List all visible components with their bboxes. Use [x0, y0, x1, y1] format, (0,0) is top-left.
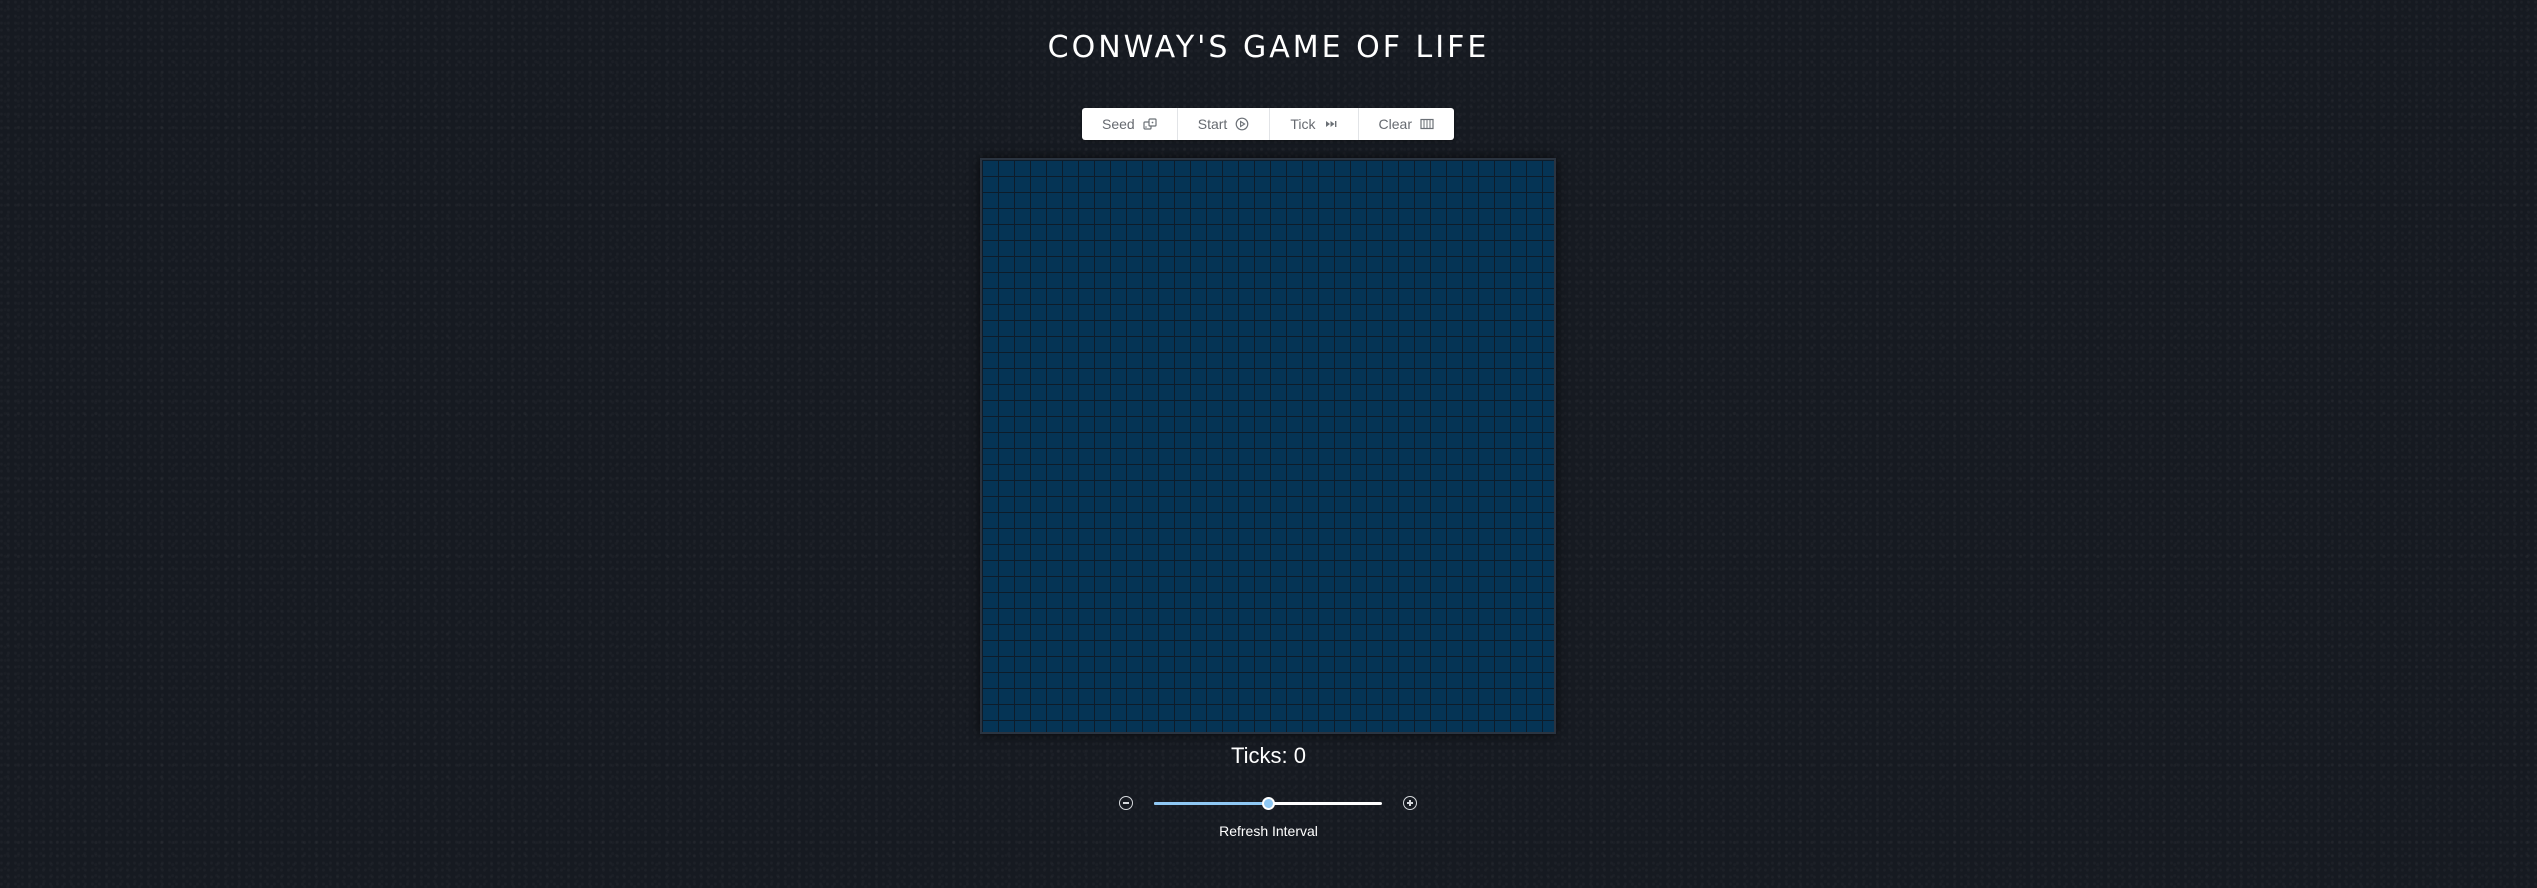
refresh-interval-label: Refresh Interval	[1219, 823, 1318, 839]
play-circle-icon	[1235, 117, 1249, 131]
clear-button-label: Clear	[1378, 116, 1413, 132]
dice-icon	[1143, 117, 1157, 131]
refresh-interval-slider-row	[1112, 793, 1422, 817]
seed-button-label: Seed	[1102, 116, 1135, 132]
game-board	[980, 158, 1556, 734]
tick-button-label: Tick	[1290, 116, 1316, 132]
decrease-interval-icon[interactable]	[1119, 796, 1133, 810]
clear-button[interactable]: Clear	[1359, 108, 1455, 140]
page-title: Conway's Game of Life	[1047, 30, 1490, 65]
fast-forward-icon	[1324, 117, 1338, 131]
increase-interval-icon[interactable]	[1403, 796, 1417, 810]
toolbar: Seed Start Tick Clear	[1082, 108, 1454, 140]
grid-clear-icon	[1420, 117, 1434, 131]
seed-button[interactable]: Seed	[1082, 108, 1178, 140]
start-button-label: Start	[1197, 116, 1228, 132]
ticks-counter: Ticks: 0	[1231, 743, 1306, 768]
slider-thumb[interactable]	[1261, 797, 1275, 810]
start-button[interactable]: Start	[1178, 108, 1271, 140]
refresh-interval-slider[interactable]	[1154, 797, 1382, 810]
slider-fill	[1154, 802, 1268, 805]
tick-button[interactable]: Tick	[1270, 108, 1359, 140]
cell-grid[interactable]	[980, 158, 1556, 734]
